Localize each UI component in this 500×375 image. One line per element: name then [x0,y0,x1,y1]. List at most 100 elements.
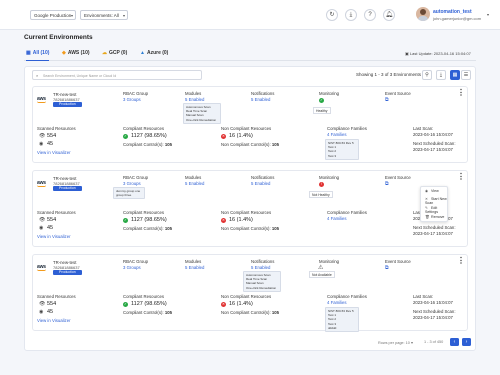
non-compliant-controls: Non Compliant Control(s): 105 [221,226,279,231]
avatar[interactable] [416,7,430,21]
compliant-controls-count: 105 [164,142,172,147]
notifications-link[interactable]: 5 Enabled [251,181,270,186]
families-link[interactable]: 4 Families [327,216,347,221]
page-range: 1 - 3 of 450 [424,340,444,344]
notifications-link[interactable]: 5 Enabled [251,97,270,102]
compliant-controls-label: Compliant Control(s): [123,226,164,231]
modules-link[interactable]: 5 Enabled [185,97,204,102]
compliant-controls: Compliant Control(s): 105 [123,226,172,231]
tab-aws[interactable]: ◆ AWS (10) [62,50,90,61]
external-link-icon[interactable]: ⧉ [385,97,389,103]
event-source-label: Event Source [385,259,411,264]
user-email: john.gamerjunior@gm.com [433,16,482,21]
monitoring-status: Healthy [313,107,331,114]
help-button[interactable]: ? [364,9,376,21]
monitoring-label: Monitoring [319,91,340,96]
tab-gcp-label: GCP (0) [109,50,128,56]
families-link[interactable]: 4 Families [327,300,347,305]
view-in-visualizer-link[interactable]: View in Visualizer [37,150,71,155]
scanned-label: Scanned Resources [37,126,76,131]
compliant-controls-count: 105 [164,310,172,315]
compliant-controls-label: Compliant Control(s): [123,142,164,147]
tab-azure-label: Azure (0) [146,50,169,56]
event-source-label: Event Source [385,91,411,96]
download-icon: ⤓ [349,12,353,18]
monitoring-status: Not Available [309,271,335,278]
notifications-link[interactable]: 5 Enabled [251,265,270,270]
notifications-label: Notifications [251,259,275,264]
notifications-label: Notifications [251,91,275,96]
scanned-label: Scanned Resources [37,210,76,215]
calendar-icon: ▣ [405,51,409,56]
non-compliant-controls-count: 105 [271,226,280,231]
results-count: Showing 1 - 3 of 3 Environments [356,72,422,77]
modules-label: Modules [185,259,202,264]
menu-item-view[interactable]: ◉ View [425,189,439,193]
rbac-groups-link[interactable]: 3 Groups [123,265,141,270]
menu-item-start-scan[interactable]: ✕ Start New Scan [425,197,447,205]
non-compliant-label: Non Compliant Resources [221,126,272,131]
tab-gcp[interactable]: ☁ GCP (0) [102,50,127,61]
previous-page-button[interactable]: ‹ [450,338,459,346]
compliant-controls-label: Compliant Control(s): [123,310,164,315]
next-scan-value: 2023-04-17 15:04:07 [413,231,453,236]
non-compliant-controls-label: Non Compliant Control(s): [221,226,271,231]
check-icon: ✓ [123,134,128,139]
last-scan-value: 2023-04-16 15:04:07 [413,132,453,137]
aws-logo-icon: aws [37,264,46,271]
external-link-icon[interactable]: ⧉ [385,181,389,187]
view-in-visualizer-link[interactable]: View in Visualizer [37,234,71,239]
menu-item-edit-settings[interactable]: ✎ Edit Settings [425,206,447,214]
non-compliant-controls-count: 105 [271,310,280,315]
modules-link[interactable]: 5 Enabled [185,181,204,186]
compliant-controls: Compliant Control(s): 105 [123,310,172,315]
download-button[interactable]: ⤓ [345,9,357,21]
filter-icon: ⚲ [425,72,429,78]
modules-tooltip: Autonomous Scan Real Time Scan Manual Sc… [183,103,221,124]
export-button[interactable]: ⤓ [436,70,446,80]
chevron-down-icon[interactable]: ▾ [487,12,489,17]
more-options-button[interactable]: ⋮ [457,173,465,181]
more-options-button[interactable]: ⋮ [457,257,465,265]
cross-icon: ✕ [221,302,226,307]
user-name: automation_test [433,9,472,15]
rbac-groups-link[interactable]: 3 Groups [123,181,141,186]
modules-link[interactable]: 5 Enabled [185,265,204,270]
non-compliant-count: 16 (1.4%) [229,217,253,223]
next-page-button[interactable]: › [462,338,471,346]
non-compliant-count: 16 (1.4%) [229,133,253,139]
chevron-down-icon: ▾ [410,341,413,345]
environment-select[interactable]: Environments: All ▾ [80,10,128,20]
eye-icon: 👁︎ [39,301,46,307]
filter-button[interactable]: ⚲ [422,70,432,80]
scanned-label: Scanned Resources [37,294,76,299]
compliant-label: Compliant Resources [123,294,165,299]
tab-azure[interactable]: ▲ Azure (0) [140,50,168,61]
rbac-groups-link[interactable]: 3 Groups [123,97,141,102]
refresh-button[interactable]: ↻ [326,9,338,21]
warning-icon: ⚠ [318,265,324,271]
unhealthy-icon: ! [319,182,324,187]
compliant-count: 1127 (98.65%) [131,301,167,307]
aws-logo-icon: aws [37,180,46,187]
view-in-visualizer-link[interactable]: View in Visualizer [37,318,71,323]
tab-all[interactable]: ▦ All (10) [26,50,50,61]
grid-icon: ▦ [452,72,458,78]
list-view-button[interactable]: ☰ [461,70,471,80]
rows-per-page-select[interactable]: Rows per page: 10 ▾ [378,340,413,345]
external-link-icon[interactable]: ⧉ [385,265,389,271]
non-compliant-controls-count: 105 [271,142,280,147]
tab-aws-label: AWS (10) [67,50,90,56]
grid-view-button[interactable]: ▦ [450,70,460,80]
organization-select[interactable]: Google Production ▾ [30,10,76,20]
search-input[interactable]: ⌕ Search Environment, Unique Name or Clo… [32,70,202,80]
menu-item-remove[interactable]: 🗑︎Remove [425,215,444,219]
more-options-button[interactable]: ⋮ [457,89,465,97]
list-icon: ☰ [463,72,469,78]
families-link[interactable]: 4 Families [327,132,347,137]
families-tooltip: NIST 800-53 Rev 5 Test 1 Test 2 Test 3 d… [325,307,359,333]
aws-icon: ◆ [62,50,66,56]
last-update-text: Last Update: 2023-04-16 15:04:07 [409,51,471,56]
trash-icon: 🗑︎ [425,215,430,219]
notifications-button[interactable]: 🔔︎ [383,9,395,21]
